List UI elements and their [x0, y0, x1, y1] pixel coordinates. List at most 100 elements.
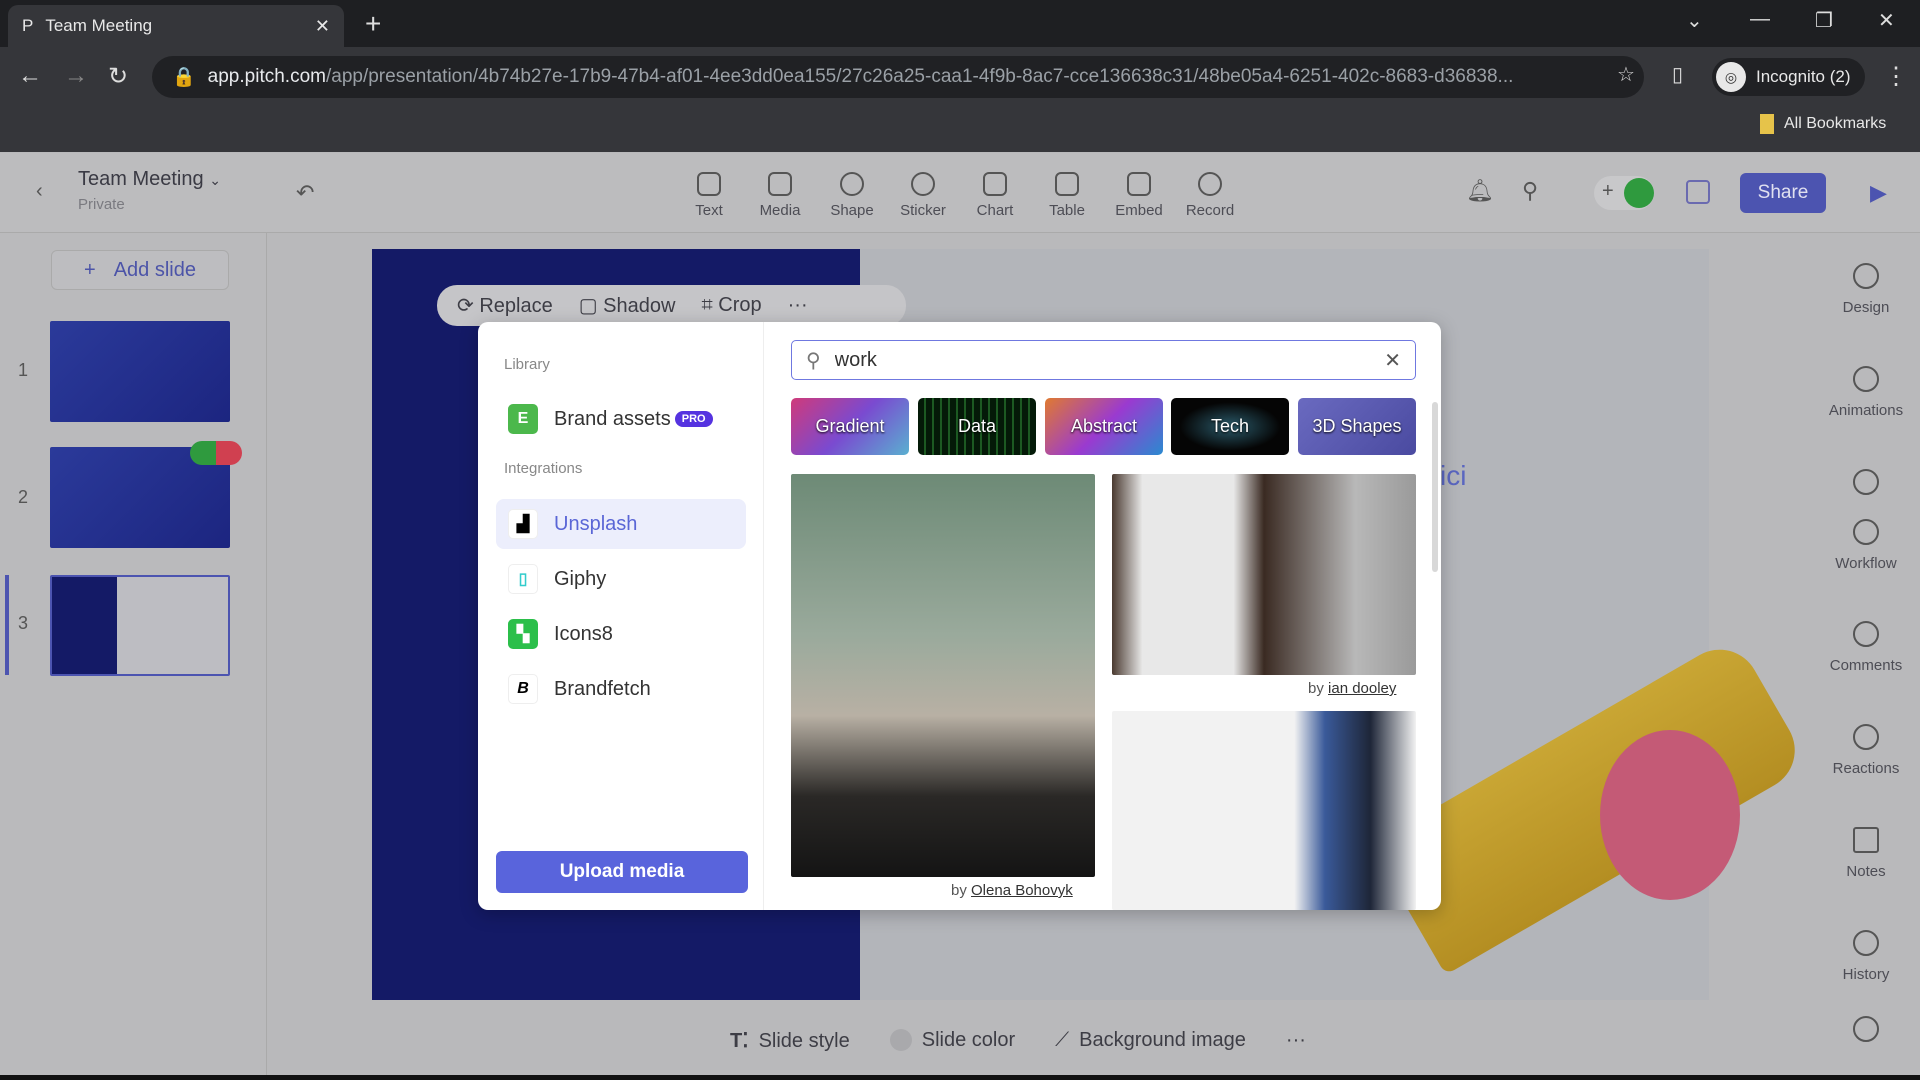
- media-sources: Library E Brand assets PRO Integrations ▟ U…: [478, 322, 764, 910]
- comments-button[interactable]: Comments: [1812, 621, 1920, 674]
- tool-embed[interactable]: Embed: [1104, 172, 1174, 219]
- photo-desk-top-view[interactable]: [1112, 474, 1416, 675]
- slide-toolbar: T⁚ Slide style Slide color ⟋ Background im…: [730, 1022, 1306, 1058]
- search-icon: ⚲: [806, 349, 821, 372]
- tab-search-icon[interactable]: ⌄: [1686, 8, 1703, 33]
- add-slide-button[interactable]: + Add slide: [51, 250, 229, 290]
- sidepanel-icon[interactable]: ▯: [1672, 62, 1683, 87]
- image-slash-icon: ⟋: [1055, 1028, 1070, 1051]
- chip-abstract[interactable]: Abstract: [1045, 398, 1163, 455]
- analytics-icon[interactable]: [1686, 180, 1710, 204]
- photo-desk-laptop[interactable]: [791, 474, 1095, 877]
- workflow-button[interactable]: Workflow: [1812, 519, 1920, 572]
- slide-text[interactable]: ici: [1440, 460, 1466, 492]
- upload-media-button[interactable]: Upload media: [496, 851, 748, 893]
- photo-businessman-briefcase[interactable]: [1112, 711, 1416, 910]
- giphy-item[interactable]: ▯ Giphy: [496, 554, 746, 604]
- more-button[interactable]: ···: [788, 294, 808, 317]
- all-bookmarks[interactable]: All Bookmarks: [1760, 114, 1886, 134]
- icons8-item[interactable]: ▚ Icons8: [496, 609, 746, 659]
- embed-icon: [1127, 172, 1151, 196]
- author-link[interactable]: Olena Bohovyk: [971, 882, 1073, 899]
- incognito-icon: ◎: [1716, 62, 1746, 92]
- star-icon[interactable]: ☆: [1617, 62, 1635, 87]
- brand-assets-icon: E: [508, 404, 538, 434]
- icons8-icon: ▚: [508, 619, 538, 649]
- minimize-button[interactable]: —: [1750, 8, 1770, 31]
- close-window-button[interactable]: ✕: [1878, 8, 1895, 33]
- history-icon: [1853, 930, 1879, 956]
- menu-icon[interactable]: ⋮: [1884, 62, 1908, 91]
- back-chevron-icon[interactable]: ‹: [36, 180, 43, 203]
- giphy-icon: ▯: [508, 564, 538, 594]
- slide-thumbnail-1[interactable]: [50, 321, 230, 422]
- add-collaborator-icon: +: [1602, 180, 1614, 202]
- restore-button[interactable]: ❐: [1815, 8, 1833, 33]
- notes-icon: [1853, 827, 1879, 853]
- chart-icon: [983, 172, 1007, 196]
- tool-sticker[interactable]: Sticker: [888, 172, 958, 219]
- tool-media[interactable]: Media: [745, 172, 815, 219]
- slide-style-button[interactable]: T⁚ Slide style: [730, 1028, 850, 1053]
- avatar: [1624, 178, 1654, 208]
- chip-3d-shapes[interactable]: 3D Shapes: [1298, 398, 1416, 455]
- presence-badge: [190, 441, 242, 465]
- chip-tech[interactable]: Tech: [1171, 398, 1289, 455]
- profile-button[interactable]: ◎ Incognito (2): [1712, 58, 1865, 96]
- workflow-status-button[interactable]: [1812, 469, 1920, 505]
- background-image-button[interactable]: ⟋ Background image: [1055, 1029, 1246, 1052]
- photo-credit: by ian dooley: [1308, 680, 1397, 697]
- tool-chart[interactable]: Chart: [960, 172, 1030, 219]
- tool-table[interactable]: Table: [1032, 172, 1102, 219]
- user-circle-icon: [1853, 519, 1879, 545]
- slide-color-button[interactable]: Slide color: [889, 1029, 1015, 1052]
- animations-button[interactable]: Animations: [1812, 366, 1920, 419]
- crop-button[interactable]: ⌗ Crop: [701, 294, 761, 317]
- notes-button[interactable]: Notes: [1812, 827, 1920, 880]
- design-button[interactable]: Design: [1812, 263, 1920, 316]
- reactions-button[interactable]: Reactions: [1812, 724, 1920, 777]
- play-icon[interactable]: ▶: [1870, 180, 1887, 206]
- history-button[interactable]: History: [1812, 930, 1920, 983]
- tool-shape[interactable]: Shape: [817, 172, 887, 219]
- color-swatch-icon: [889, 1029, 912, 1052]
- tool-text[interactable]: Text: [674, 172, 744, 219]
- forward-icon[interactable]: →: [64, 62, 88, 90]
- tool-record[interactable]: Record: [1175, 172, 1245, 219]
- chip-data[interactable]: Data: [918, 398, 1036, 455]
- search-input[interactable]: [834, 348, 1371, 372]
- more-button[interactable]: ···: [1286, 1029, 1306, 1052]
- search-field[interactable]: ⚲✕: [791, 340, 1416, 380]
- plus-icon: +: [84, 258, 96, 281]
- bell-icon[interactable]: 🔔︎: [1466, 178, 1494, 204]
- share-button[interactable]: Share: [1740, 173, 1826, 213]
- reload-icon[interactable]: ↻: [108, 62, 128, 91]
- text-icon: [697, 172, 721, 196]
- address-bar[interactable]: 🔒 app.pitch.com/app/presentation/4b74b27e…: [152, 56, 1644, 98]
- slide-thumbnail-3[interactable]: [50, 575, 230, 676]
- pro-badge: PRO: [674, 411, 713, 427]
- unsplash-item[interactable]: ▟ Unsplash: [496, 499, 746, 549]
- replace-button[interactable]: ⟳ Replace: [457, 293, 553, 318]
- close-tab-icon[interactable]: ✕: [315, 16, 330, 37]
- slide-number: 3: [18, 613, 29, 633]
- new-tab-button[interactable]: +: [365, 8, 381, 40]
- screen-edge: [0, 1075, 1920, 1080]
- brand-assets-item[interactable]: E Brand assets PRO: [496, 394, 746, 444]
- collaborators[interactable]: +: [1594, 176, 1654, 210]
- brandfetch-item[interactable]: B Brandfetch: [496, 664, 746, 714]
- back-icon[interactable]: ←: [18, 62, 42, 90]
- chip-gradient[interactable]: Gradient: [791, 398, 909, 455]
- sticker-icon: [911, 172, 935, 196]
- browser-tab[interactable]: P Team Meeting ✕: [8, 5, 344, 47]
- help-button[interactable]: [1812, 1016, 1920, 1052]
- clear-search-icon[interactable]: ✕: [1384, 348, 1401, 373]
- undo-icon[interactable]: ↶: [296, 180, 314, 206]
- scrollbar[interactable]: [1432, 402, 1438, 572]
- search-icon[interactable]: ⚲: [1522, 178, 1538, 204]
- lock-icon: 🔒: [172, 67, 196, 88]
- author-link[interactable]: ian dooley: [1328, 680, 1396, 697]
- document-title[interactable]: Team Meeting ⌄: [78, 168, 221, 191]
- unsplash-icon: ▟: [508, 509, 538, 539]
- shadow-button[interactable]: ▢ Shadow: [579, 293, 676, 318]
